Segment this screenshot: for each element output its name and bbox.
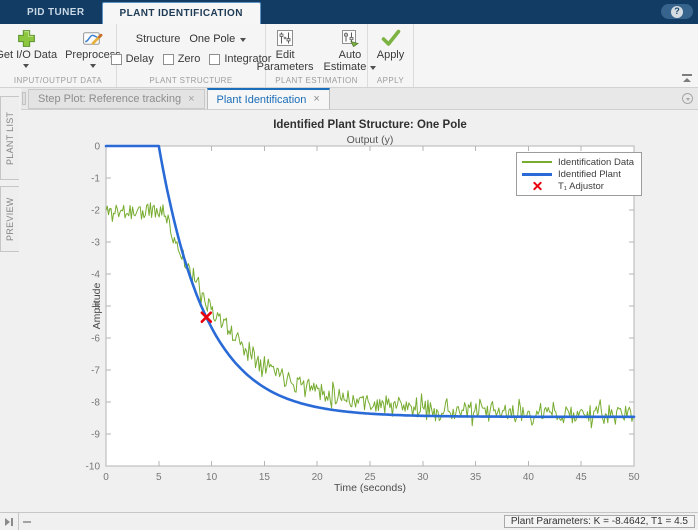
x-tick-label: 40 <box>523 472 535 483</box>
y-tick-label: -7 <box>91 366 100 377</box>
legend-entry-t1-adjustor: T₁ Adjustor <box>522 180 634 192</box>
group-label-input-output-data: INPUT/OUTPUT DATA <box>13 76 103 85</box>
y-tick-label: -9 <box>91 430 100 441</box>
y-tick-label: 0 <box>94 142 100 153</box>
group-plant-estimation: Edit Parameters Auto Estimate PLANT ESTI… <box>257 24 377 87</box>
group-plant-structure: Structure One Pole Delay Zero Integrator… <box>110 24 271 87</box>
panel-grip <box>22 92 26 105</box>
y-tick-label: -4 <box>91 270 100 281</box>
x-axis-label: Time (seconds) <box>334 482 406 494</box>
toolstrip: Get I/O Data Preprocess INPUT/OUTPUT DAT… <box>0 24 698 88</box>
checkbox-box <box>110 53 122 65</box>
x-tick-label: 30 <box>417 472 429 483</box>
x-tick-label: 10 <box>206 472 218 483</box>
y-tick-label: -3 <box>91 238 100 249</box>
structure-value: One Pole <box>189 33 236 45</box>
y-axis-label: Amplitude <box>91 282 103 330</box>
figure-area: 0 5 10 15 20 25 30 35 40 45 50 0 -1 -2 -3 -4 -5 -6 -7 -8 -9-… <box>21 110 698 512</box>
collapse-toolstrip-icon[interactable] <box>682 74 692 82</box>
sidebar-tab-preview[interactable]: PREVIEW <box>0 186 19 252</box>
structure-dropdown[interactable]: One Pole <box>189 33 247 45</box>
x-tick-label: 15 <box>259 472 271 483</box>
statusbar-grip <box>23 521 31 523</box>
ribbon-tab-plant-identification[interactable]: PLANT IDENTIFICATION <box>101 2 261 24</box>
chart-title: Identified Plant Structure: One Pole <box>273 119 467 131</box>
pid-tuner-app: PID TUNER PLANT IDENTIFICATION ? Get I/O… <box>0 0 698 530</box>
legend[interactable]: Identification Data Identified Plant T₁ … <box>516 152 643 196</box>
dropdown-arrow-icon <box>89 64 96 68</box>
zero-checkbox[interactable]: Zero <box>162 53 200 65</box>
get-io-data-button[interactable]: Get I/O Data <box>0 24 57 68</box>
structure-label: Structure <box>135 33 181 45</box>
y-tick-label: -1 <box>91 174 100 185</box>
ribbon-tab-strip: PID TUNER PLANT IDENTIFICATION ? <box>0 0 698 24</box>
y-tick-label: -2 <box>91 206 100 217</box>
group-apply: Apply APPLY <box>368 24 414 87</box>
doc-tab-plant-identification[interactable]: Plant Identification × <box>206 88 330 109</box>
x-tick-label: 5 <box>156 472 162 483</box>
checkbox-box <box>209 53 221 65</box>
x-tick-label: 20 <box>312 472 324 483</box>
sidebar-tab-plant-list[interactable]: PLANT LIST <box>0 96 19 180</box>
apply-check-icon <box>379 27 403 49</box>
auto-estimate-icon <box>338 27 362 49</box>
plant-parameters-box: Plant Parameters: K = -8.4642, T1 = 4.5 <box>503 515 695 528</box>
legend-entry-identified-plant: Identified Plant <box>522 168 634 180</box>
dropdown-arrow-icon <box>240 37 247 42</box>
x-tick-label: 50 <box>628 472 640 483</box>
group-input-output-data: Get I/O Data Preprocess INPUT/OUTPUT DAT… <box>0 24 121 87</box>
doc-tab-step-plot[interactable]: Step Plot: Reference tracking × <box>28 89 205 109</box>
group-label-plant-estimation: PLANT ESTIMATION <box>275 76 358 85</box>
edit-parameters-button[interactable]: Edit Parameters <box>257 24 314 73</box>
edit-parameters-icon <box>273 27 297 49</box>
apply-button[interactable]: Apply <box>377 24 404 61</box>
help-button[interactable]: ? <box>661 4 693 19</box>
preprocess-icon <box>81 27 105 49</box>
legend-line-sample <box>522 161 552 163</box>
y-tick-label: -8 <box>91 398 100 409</box>
x-tick-label: 35 <box>470 472 482 483</box>
add-data-icon <box>14 27 38 49</box>
checkbox-box <box>162 53 174 65</box>
chart-subtitle: Output (y) <box>346 134 394 146</box>
close-icon[interactable]: × <box>188 93 194 105</box>
status-bar: Plant Parameters: K = -8.4642, T1 = 4.5 <box>0 512 698 530</box>
ribbon-tab-pid-tuner[interactable]: PID TUNER <box>10 0 102 24</box>
close-icon[interactable]: × <box>313 94 319 105</box>
x-marker-icon <box>533 182 542 191</box>
left-panel-strip: PLANT LIST PREVIEW <box>0 88 21 512</box>
legend-line-sample <box>522 172 552 176</box>
tab-actions-icon[interactable] <box>682 93 693 104</box>
group-label-plant-structure: PLANT STRUCTURE <box>149 76 233 85</box>
help-icon: ? <box>671 5 683 18</box>
legend-entry-identification-data: Identification Data <box>522 156 634 168</box>
y-tick-label: -6 <box>91 334 100 345</box>
x-tick-label: 45 <box>576 472 588 483</box>
delay-checkbox[interactable]: Delay <box>110 53 154 65</box>
x-tick-label: 0 <box>103 472 109 483</box>
y-tick-label: -10 <box>86 462 101 473</box>
statusbar-expand-icon[interactable] <box>0 513 19 530</box>
document-tab-bar: Step Plot: Reference tracking × Plant Id… <box>21 88 698 110</box>
dropdown-arrow-icon <box>23 64 30 68</box>
group-label-apply: APPLY <box>376 76 405 85</box>
